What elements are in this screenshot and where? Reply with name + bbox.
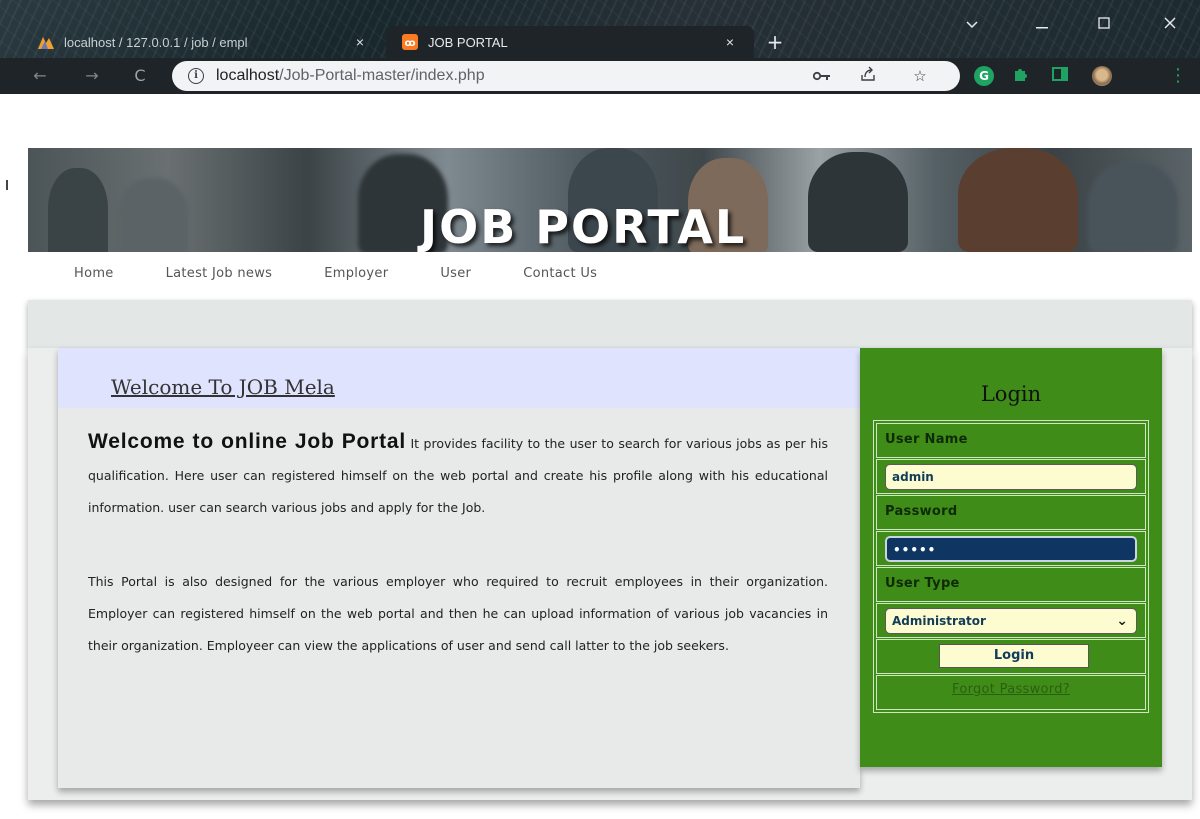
forward-arrow-icon[interactable]: → [80, 64, 104, 88]
url-text[interactable]: localhost/Job-Portal-master/index.php [216, 67, 485, 85]
close-window-button[interactable] [1148, 10, 1192, 40]
maximize-window-button[interactable] [1082, 10, 1126, 40]
profile-avatar[interactable] [1092, 66, 1112, 86]
password-label: Password [885, 504, 958, 519]
usertype-label: User Type [885, 576, 960, 591]
banner-person-image [48, 168, 108, 252]
password-input[interactable]: ••••• [885, 536, 1137, 562]
sub-header-bar [28, 300, 1192, 348]
intro-paragraph: Welcome to online Job Portal It provides… [88, 426, 828, 524]
banner-person-image [808, 152, 908, 252]
tab-search-chevron-icon[interactable] [950, 10, 994, 40]
usertype-value: Administrator [892, 614, 986, 628]
browser-tab-job-portal[interactable]: ꝏ JOB PORTAL × [386, 26, 754, 58]
phpmyadmin-favicon-icon [38, 34, 54, 50]
svg-text:ꝏ: ꝏ [404, 38, 415, 49]
share-icon[interactable] [858, 66, 878, 86]
employer-paragraph: This Portal is also designed for the var… [88, 574, 828, 653]
extensions-puzzle-icon[interactable] [1010, 66, 1030, 86]
content-panel: Welcome To JOB Mela Welcome to online Jo… [58, 348, 860, 788]
nav-latest-job-news[interactable]: Latest Job news [166, 266, 273, 281]
forgot-password-link[interactable]: Forgot Password? [877, 682, 1145, 697]
nav-employer[interactable]: Employer [324, 266, 388, 281]
site-info-icon[interactable]: i [188, 68, 204, 84]
bookmark-star-icon[interactable]: ☆ [910, 66, 930, 86]
banner-person-image [118, 178, 188, 252]
welcome-title[interactable]: Welcome To JOB Mela [111, 375, 335, 399]
login-panel: Login User Name admin Password ••••• Use… [860, 348, 1162, 767]
minimize-window-button[interactable] [1020, 10, 1064, 40]
new-tab-button[interactable]: + [762, 30, 788, 56]
banner-person-image [958, 148, 1078, 252]
close-tab-icon[interactable]: × [720, 34, 740, 50]
nav-home[interactable]: Home [74, 266, 114, 281]
username-input[interactable]: admin [885, 464, 1137, 490]
banner-person-image [1088, 162, 1178, 252]
grammarly-extension-icon[interactable]: G [974, 66, 994, 86]
browser-menu-icon[interactable]: ⋮ [1168, 64, 1188, 88]
login-form: User Name admin Password ••••• User Type… [873, 420, 1149, 713]
side-panel-icon[interactable] [1050, 66, 1070, 86]
login-button[interactable]: Login [939, 644, 1089, 668]
web-page: JOB PORTAL Home Latest Job news Employer… [0, 94, 1200, 819]
xampp-favicon-icon: ꝏ [402, 34, 418, 50]
close-tab-icon[interactable]: × [350, 34, 370, 50]
back-arrow-icon[interactable]: ← [28, 64, 52, 88]
main-section: Welcome To JOB Mela Welcome to online Jo… [28, 348, 1192, 800]
browser-toolbar: ← → C i localhost/Job-Portal-master/inde… [0, 58, 1200, 94]
nav-contact-us[interactable]: Contact Us [523, 266, 597, 281]
nav-user[interactable]: User [440, 266, 471, 281]
browser-tab-strip: localhost / 127.0.0.1 / job / empl × ꝏ J… [0, 0, 1200, 58]
address-bar[interactable]: i localhost/Job-Portal-master/index.php … [172, 61, 960, 91]
login-title: Login [980, 382, 1042, 406]
chevron-down-icon: ⌄ [1116, 613, 1128, 629]
tab-title: JOB PORTAL [428, 34, 508, 50]
welcome-header: Welcome To JOB Mela [58, 348, 860, 408]
browser-tab-phpmyadmin[interactable]: localhost / 127.0.0.1 / job / empl × [22, 26, 384, 58]
reload-icon[interactable]: C [128, 64, 152, 88]
tab-title: localhost / 127.0.0.1 / job / empl [64, 34, 248, 50]
banner-title: JOB PORTAL [420, 200, 747, 252]
usertype-select[interactable]: Administrator ⌄ [885, 608, 1137, 634]
intro-lead: Welcome to online Job Portal [88, 430, 407, 453]
site-banner: JOB PORTAL [28, 148, 1192, 252]
key-icon[interactable] [812, 66, 832, 86]
username-label: User Name [885, 432, 968, 447]
site-nav: Home Latest Job news Employer User Conta… [36, 252, 1182, 294]
